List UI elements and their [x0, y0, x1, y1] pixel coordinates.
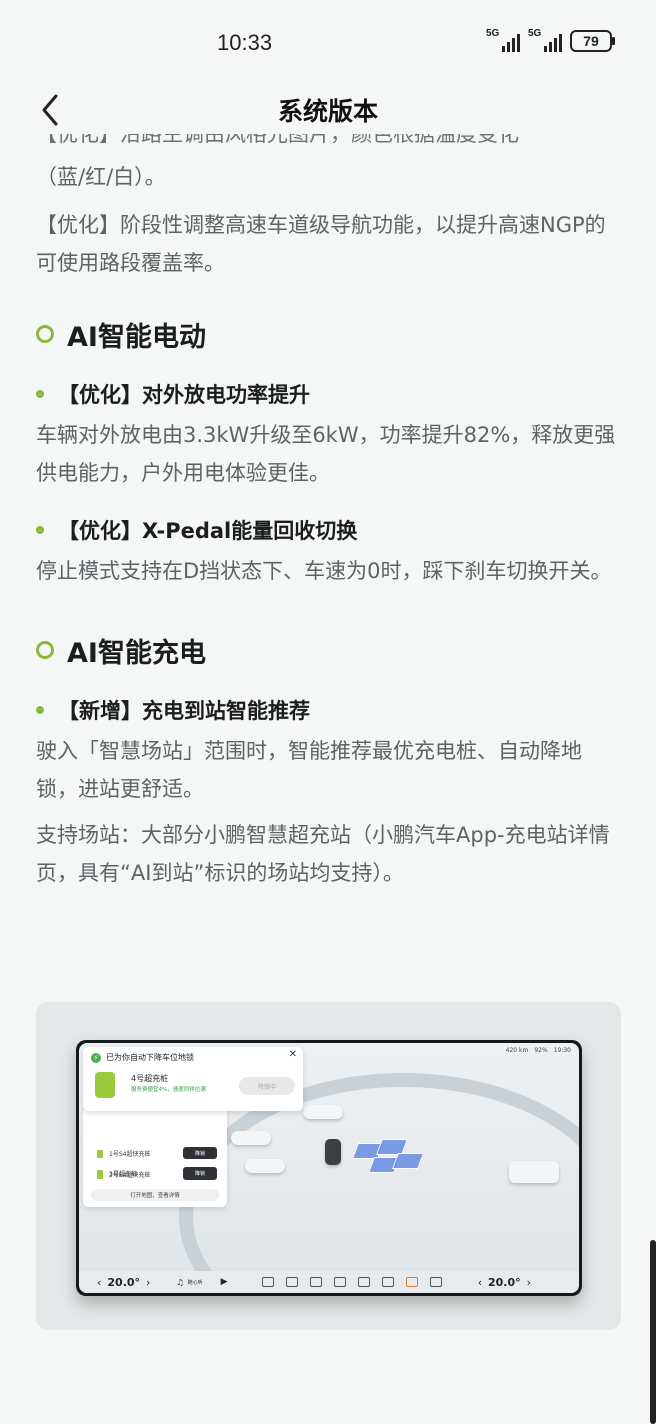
- release-notes: 【优化】沿路主调由风格光图片，颜色根据温度变化 （蓝/红/白）。 【优化】阶段性…: [36, 134, 616, 892]
- defrost-icon[interactable]: [309, 1277, 322, 1287]
- parked-car: [303, 1105, 343, 1119]
- item-title: 【新增】充电到站智能推荐: [58, 699, 310, 723]
- page-title: 系统版本: [277, 97, 378, 126]
- pile-name: 4号超充桩: [131, 1074, 169, 1083]
- charger-icon: [95, 1072, 115, 1098]
- item-title: 【优化】X-Pedal能量回收切换: [58, 519, 358, 543]
- item-title: 【优化】对外放电功率提升: [58, 383, 310, 407]
- unlock-button[interactable]: 降锁: [183, 1147, 217, 1159]
- ring-bullet-icon: [36, 641, 54, 659]
- play-icon[interactable]: ▶: [221, 1277, 228, 1287]
- view-360-icon[interactable]: [333, 1277, 346, 1287]
- light-icon[interactable]: [381, 1277, 394, 1287]
- scrollbar[interactable]: [650, 1240, 656, 1424]
- dot-bullet-icon: [36, 526, 44, 534]
- feature-illustration: 420 km 92% 19:30 1号S4超快充桩 降锁 2号S4超快充桩 降锁…: [36, 1002, 621, 1330]
- signal-icon: 5G: [486, 28, 520, 52]
- volume-icon[interactable]: [429, 1277, 442, 1287]
- pile-note: 服务费便宜4%，速度同样拉满: [131, 1087, 206, 1093]
- clock-text: 19:30: [553, 1047, 571, 1054]
- partial-text-line: 【优化】沿路主调由风格光图片，颜色根据温度变化: [36, 134, 616, 158]
- item-body: 支持场站：大部分小鹏智慧超充站（小鹏汽车App-充电站详情页，具有“AI到站”标…: [36, 823, 610, 885]
- note-text: 【优化】阶段性调整高速车道级导航功能，以提升高速NGP的可使用路段覆盖率。: [36, 213, 606, 275]
- parked-car: [245, 1159, 285, 1173]
- car-icon[interactable]: [285, 1277, 298, 1287]
- section-header: AI智能电动: [36, 304, 616, 364]
- chevron-right-icon[interactable]: ›: [527, 1276, 531, 1289]
- header: 系统版本: [0, 88, 656, 134]
- screen-status: 420 km 92% 19:30: [506, 1047, 571, 1054]
- section-title: AI智能电动: [67, 321, 206, 353]
- list-item: 3号超充桩: [97, 1169, 137, 1178]
- parked-car: [231, 1131, 271, 1145]
- status-bar: 10:33 5G 5G 79: [0, 0, 656, 88]
- status-time: 10:33: [217, 30, 273, 55]
- temp-right[interactable]: 20.0°: [488, 1276, 521, 1289]
- temp-left[interactable]: 20.0°: [107, 1276, 140, 1289]
- chevron-left-icon[interactable]: ‹: [97, 1276, 101, 1289]
- range-text: 420 km: [505, 1047, 529, 1054]
- item-body: 停止模式支持在D挡状态下、车速为0时，踩下刹车切换开关。: [36, 559, 612, 583]
- battery-text: 92%: [534, 1047, 548, 1054]
- ring-bullet-icon: [36, 325, 54, 343]
- status-indicators: 5G 5G 79: [486, 28, 615, 52]
- lock-popup: ⚡ 已为你自动下降车位地锁 ✕ 4号超充桩 服务费便宜4%，速度同样拉满 降锁中: [83, 1047, 303, 1111]
- chevron-right-icon[interactable]: ›: [146, 1276, 150, 1289]
- ego-car: [325, 1139, 341, 1165]
- item-header: 【优化】X-Pedal能量回收切换: [36, 508, 616, 552]
- item-header: 【优化】对外放电功率提升: [36, 372, 616, 416]
- network-type-label: 5G: [486, 28, 500, 39]
- item-body: 驶入「智慧场站」范围时，智能推荐最优充电桩、自动降地锁，进站更舒适。: [36, 739, 582, 801]
- note-text: （蓝/红/白）。: [36, 165, 166, 189]
- list-item: 1号S4超快充桩: [97, 1149, 150, 1158]
- music-label: 随心听: [187, 1279, 203, 1286]
- battery-icon: 79: [570, 30, 615, 52]
- open-map-button[interactable]: 打开地图，查看详情: [91, 1189, 219, 1201]
- bolt-icon: ⚡: [91, 1052, 101, 1063]
- network-type-label: 5G: [528, 28, 542, 39]
- charger-list-tail: 3号超充桩 降锁 打开地图，查看详情: [83, 1167, 227, 1209]
- car-screen-image: 420 km 92% 19:30 1号S4超快充桩 降锁 2号S4超快充桩 降锁…: [76, 1040, 582, 1296]
- dot-bullet-icon: [36, 390, 44, 398]
- section-title: AI智能充电: [67, 637, 206, 669]
- partial-text: 【优化】沿路主调由风格光图片，颜色根据温度变化: [36, 134, 519, 146]
- music-icon[interactable]: ♫: [176, 1278, 183, 1287]
- home-icon[interactable]: [261, 1277, 274, 1287]
- car-dock: ‹ 20.0° › ♫ 随心听 ▶ ‹ 20.0° ›: [79, 1271, 579, 1293]
- apps-icon[interactable]: [357, 1277, 370, 1287]
- popup-title: 已为你自动下降车位地锁: [106, 1053, 194, 1062]
- seat-heat-icon[interactable]: [405, 1277, 418, 1287]
- close-icon[interactable]: ✕: [289, 1049, 297, 1060]
- unlock-button[interactable]: 降锁: [183, 1167, 217, 1179]
- parked-car: [509, 1161, 559, 1183]
- unlocking-button[interactable]: 降锁中: [239, 1077, 295, 1095]
- dot-bullet-icon: [36, 706, 44, 714]
- item-header: 【新增】充电到站智能推荐: [36, 688, 616, 732]
- chevron-left-icon[interactable]: ‹: [478, 1276, 482, 1289]
- signal-icon: 5G: [528, 28, 562, 52]
- item-body: 车辆对外放电由3.3kW升级至6kW，功率提升82%，释放更强供电能力，户外用电…: [36, 423, 616, 485]
- section-header: AI智能充电: [36, 620, 616, 680]
